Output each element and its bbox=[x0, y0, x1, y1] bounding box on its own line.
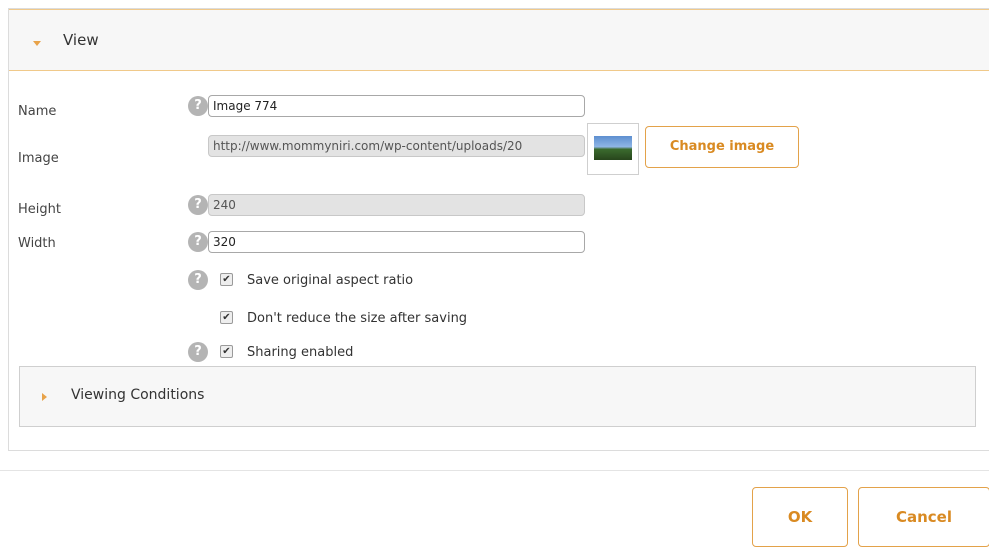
name-label: Name bbox=[18, 104, 57, 119]
save-aspect-ratio-label: Save original aspect ratio bbox=[247, 273, 414, 288]
height-label: Height bbox=[18, 202, 61, 217]
ok-button[interactable]: OK bbox=[752, 487, 848, 547]
name-input[interactable] bbox=[208, 95, 585, 117]
checkmark-icon: ✔ bbox=[222, 346, 231, 357]
image-preview bbox=[594, 136, 632, 160]
viewing-conditions-panel[interactable]: Viewing Conditions bbox=[19, 366, 976, 427]
help-icon[interactable]: ? bbox=[188, 270, 208, 290]
change-image-button[interactable]: Change image bbox=[645, 126, 799, 168]
dont-reduce-size-label: Don't reduce the size after saving bbox=[247, 311, 468, 326]
image-label: Image bbox=[18, 151, 59, 166]
width-label: Width bbox=[18, 236, 56, 251]
help-icon[interactable]: ? bbox=[188, 96, 208, 116]
view-panel-header[interactable]: View bbox=[9, 9, 989, 71]
width-input[interactable] bbox=[208, 231, 585, 253]
height-input bbox=[208, 194, 585, 216]
help-icon[interactable]: ? bbox=[188, 195, 208, 215]
checkmark-icon: ✔ bbox=[222, 274, 231, 285]
sharing-enabled-checkbox[interactable]: ✔ bbox=[220, 345, 233, 358]
checkmark-icon: ✔ bbox=[222, 312, 231, 323]
footer-divider bbox=[0, 470, 989, 471]
viewing-conditions-title: Viewing Conditions bbox=[71, 387, 205, 403]
help-icon[interactable]: ? bbox=[188, 232, 208, 252]
image-url-field bbox=[208, 135, 585, 157]
view-panel-title: View bbox=[63, 31, 99, 49]
caret-down-icon bbox=[33, 41, 41, 46]
cancel-button[interactable]: Cancel bbox=[858, 487, 989, 547]
sharing-enabled-label: Sharing enabled bbox=[247, 345, 354, 360]
save-aspect-ratio-checkbox[interactable]: ✔ bbox=[220, 273, 233, 286]
help-icon[interactable]: ? bbox=[188, 342, 208, 362]
caret-right-icon bbox=[42, 393, 47, 401]
dont-reduce-size-checkbox[interactable]: ✔ bbox=[220, 311, 233, 324]
image-thumbnail bbox=[587, 123, 639, 175]
